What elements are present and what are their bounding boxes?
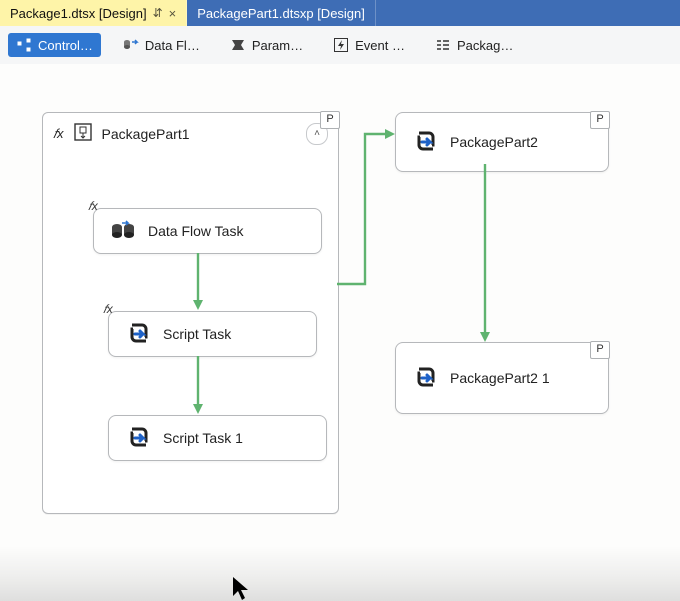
container-title: PackagePart2 [450,134,538,150]
pin-icon[interactable]: ⇵ [153,6,163,20]
task-script-1[interactable]: Script Task 1 [108,415,327,461]
task-label: Script Task [163,326,231,342]
designer-toolbar: Control… Data Fl… Param… Event … Packag… [0,26,680,65]
container-header: 𝑓x PackagePart1 ˄ [43,113,338,152]
part-badge: P [590,111,610,129]
package-part-icon [412,364,440,392]
script-task-icon [125,320,153,348]
toolbar-parameters[interactable]: Param… [222,33,311,57]
task-data-flow[interactable]: 𝑓x Data Flow Task [93,208,322,254]
package-part-icon [412,128,440,156]
tab-packagepart1[interactable]: PackagePart1.dtsxp [Design] [187,0,376,26]
package-explorer-icon [435,37,451,53]
container-glyph-icon [72,121,94,146]
control-flow-icon [16,37,32,53]
toolbar-label: Packag… [457,38,513,53]
toolbar-package-explorer[interactable]: Packag… [427,33,521,57]
container-title: PackagePart1 [102,126,190,142]
task-label: Data Flow Task [148,223,243,239]
design-canvas[interactable]: P 𝑓x PackagePart1 ˄ 𝑓x Data Flow Task 𝑓x… [0,64,680,601]
cursor-icon [232,576,252,601]
tab-label: PackagePart1.dtsxp [Design] [197,6,365,21]
toolbar-data-flow[interactable]: Data Fl… [115,33,208,57]
tab-strip-filler [376,0,680,26]
task-script[interactable]: 𝑓x Script Task [108,311,317,357]
tab-package1[interactable]: Package1.dtsx [Design] ⇵ × [0,0,187,26]
tab-strip: Package1.dtsx [Design] ⇵ × PackagePart1.… [0,0,680,26]
toolbar-label: Param… [252,38,303,53]
data-flow-task-icon [110,217,138,245]
fx-icon: 𝑓x [53,126,64,142]
toolbar-label: Data Fl… [145,38,200,53]
fx-icon: 𝑓x [103,302,113,317]
task-label: Script Task 1 [163,430,243,446]
close-icon[interactable]: × [169,6,177,21]
container-packagepart2-1[interactable]: P PackagePart2 1 [395,342,609,414]
event-icon [333,37,349,53]
container-title: PackagePart2 1 [450,370,550,386]
container-packagepart1[interactable]: P 𝑓x PackagePart1 ˄ 𝑓x Data Flow Task 𝑓x… [42,112,339,514]
part-badge: P [320,111,340,129]
data-flow-icon [123,37,139,53]
container-packagepart2[interactable]: P PackagePart2 [395,112,609,172]
part-badge: P [590,341,610,359]
toolbar-control-flow[interactable]: Control… [8,33,101,57]
parameters-icon [230,37,246,53]
tab-label: Package1.dtsx [Design] [10,6,147,21]
fx-icon: 𝑓x [88,199,98,214]
script-task-icon [125,424,153,452]
toolbar-label: Event … [355,38,405,53]
toolbar-event-handlers[interactable]: Event … [325,33,413,57]
toolbar-label: Control… [38,38,93,53]
